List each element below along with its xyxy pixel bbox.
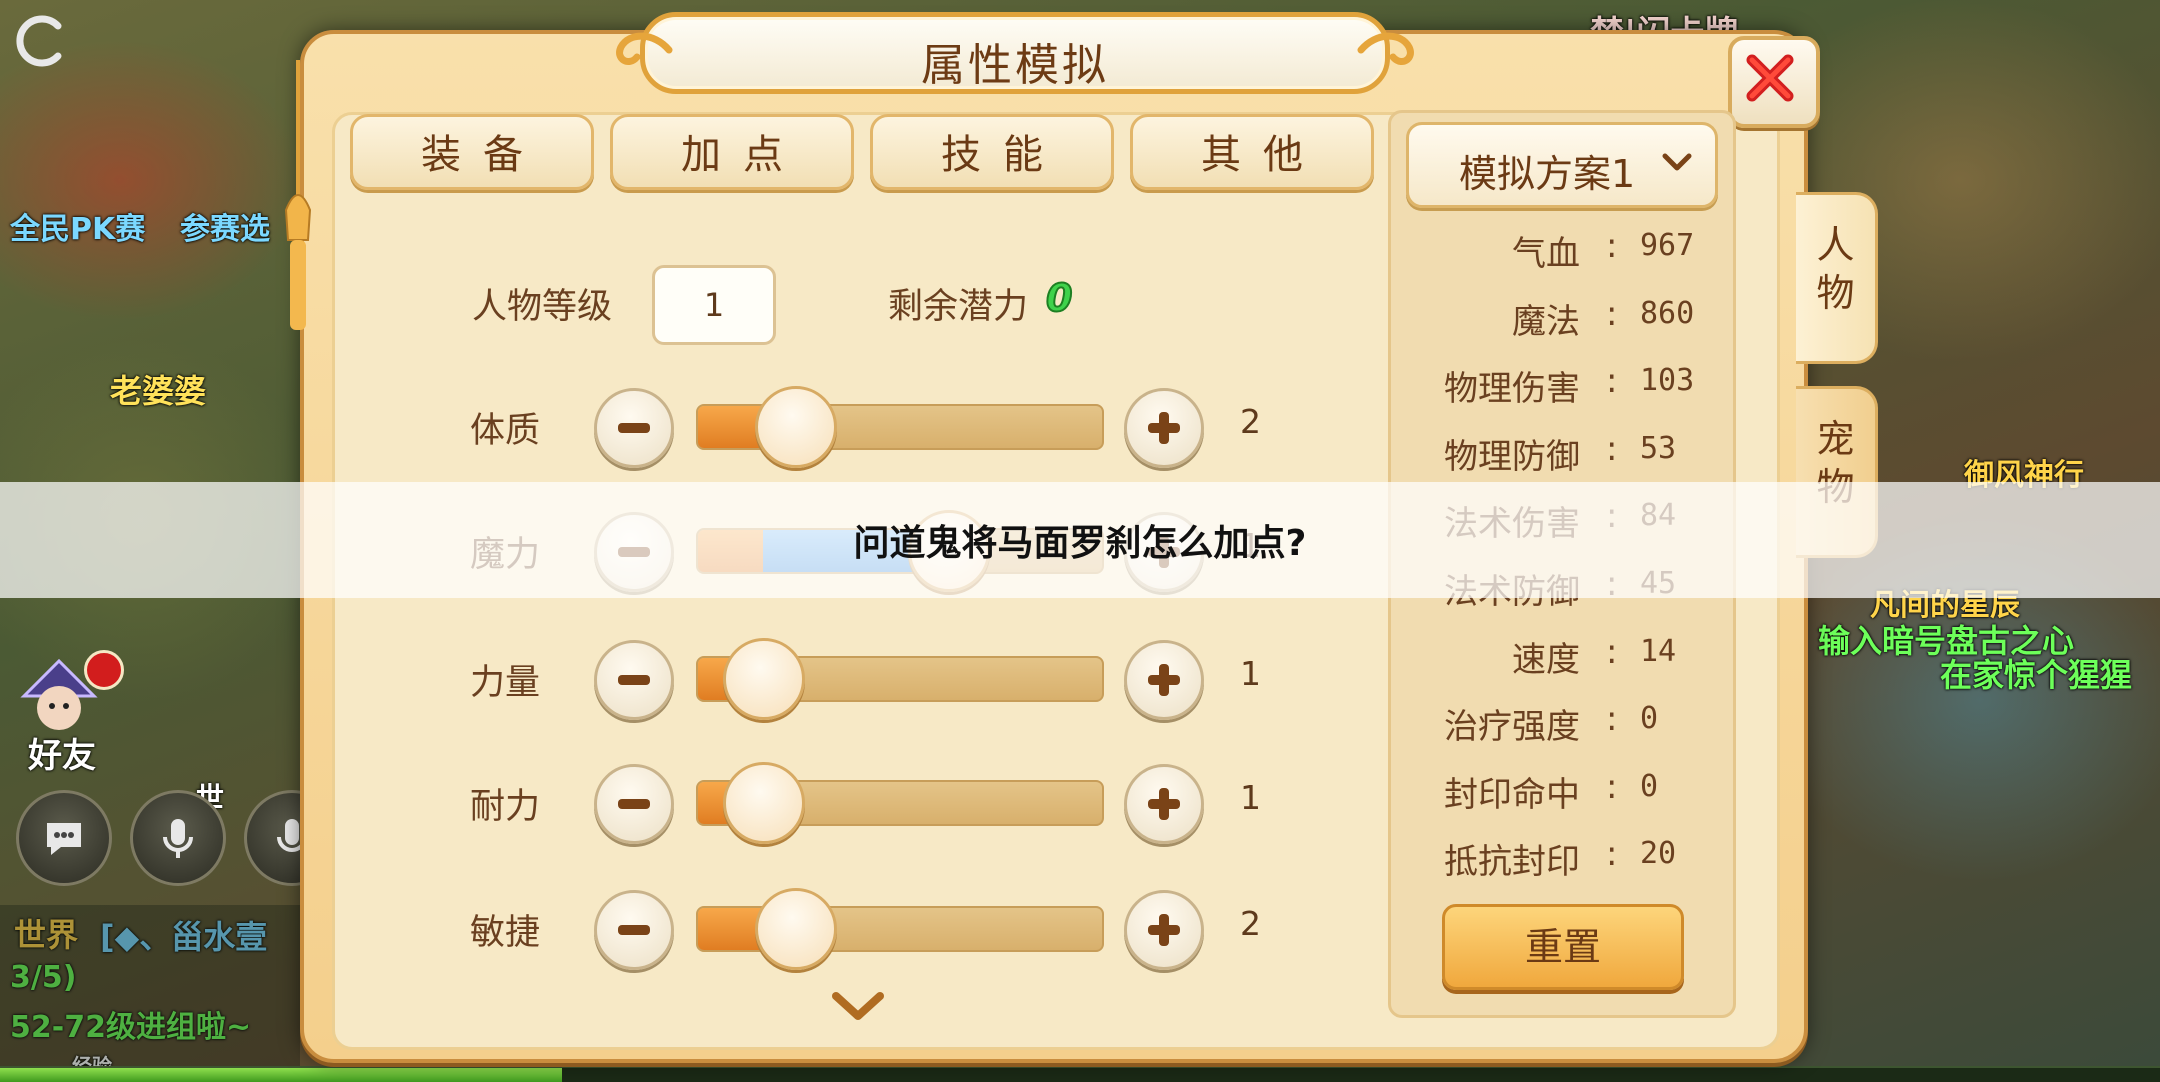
article-caption-banner: 问道鬼将马面罗刹怎么加点? (0, 482, 2160, 598)
attribute-seal-hit: 封印命中:0 (1400, 767, 1730, 817)
stat-value: 1 (1240, 778, 1261, 817)
side-tab-person-label: 人物 (1816, 223, 1855, 315)
attribute-heal: 治疗强度:0 (1400, 699, 1730, 749)
increase-button[interactable] (1124, 388, 1204, 468)
slider-base-fill (698, 406, 763, 448)
title-swirl-ornament (1357, 32, 1414, 65)
attribute-separator: : (1606, 766, 1618, 807)
attribute-separator: : (1606, 361, 1618, 402)
bg-npc-name: 老婆婆 (110, 372, 207, 410)
attribute-value: 14 (1640, 633, 1677, 669)
scheme-dropdown[interactable]: 模拟方案1 (1406, 122, 1718, 208)
microphone-icon (163, 819, 193, 858)
side-tab-person[interactable]: 人物 (1796, 192, 1878, 364)
stat-value: 1 (1240, 654, 1261, 693)
attribute-value: 0 (1640, 701, 1659, 737)
attribute-name: 治疗强度 (1444, 707, 1580, 748)
tab-equipment[interactable]: 装备 (350, 114, 594, 190)
level-label: 人物等级 (472, 287, 613, 327)
attribute-separator: : (1606, 834, 1618, 875)
close-button[interactable] (1728, 36, 1820, 128)
remaining-potential-value: 0 (1045, 275, 1073, 321)
attribute-separator: : (1606, 293, 1618, 334)
attribute-separator: : (1606, 631, 1618, 672)
chevron-down-icon (1662, 153, 1692, 171)
slider-handle[interactable] (754, 888, 837, 970)
attribute-value: 860 (1640, 295, 1695, 331)
chat-bubble-button[interactable] (16, 790, 112, 886)
decrease-button[interactable] (594, 640, 674, 720)
chat-bubble-icon (47, 823, 81, 855)
slider-base-fill (698, 908, 763, 950)
attribute-value: 53 (1640, 430, 1677, 466)
tassel-ornament (284, 60, 312, 330)
increase-button[interactable] (1124, 640, 1204, 720)
reset-button[interactable]: 重置 (1442, 904, 1684, 990)
bg-home-text: 在家惊个猩猩 (1940, 656, 2133, 694)
title-plate: 属性模拟 (616, 12, 1414, 94)
scheme-dropdown-label: 模拟方案1 (1459, 152, 1636, 196)
attribute-phys-dmg: 物理伤害:103 (1400, 361, 1730, 411)
decrease-button[interactable] (594, 388, 674, 468)
attribute-name: 封印命中 (1444, 774, 1580, 815)
attribute-name: 速度 (1512, 639, 1580, 680)
tab-other[interactable]: 其他 (1130, 114, 1374, 190)
attribute-name: 物理防御 (1444, 436, 1580, 477)
attribute-hp: 气血:967 (1400, 226, 1730, 276)
bg-select-text: 参赛选 (180, 212, 270, 247)
stat-row-constitution: 体质 2 (470, 378, 1370, 468)
stat-row-strength: 力量 1 (470, 630, 1370, 720)
refresh-icon[interactable] (14, 14, 68, 68)
stat-name: 敏捷 (470, 913, 541, 953)
tab-skills[interactable]: 技能 (870, 114, 1114, 190)
caption-text: 问道鬼将马面罗刹怎么加点? (853, 523, 1307, 564)
attribute-value: 967 (1640, 228, 1695, 263)
slider-handle[interactable] (722, 638, 805, 720)
slider-handle[interactable] (722, 762, 805, 844)
stat-row-endurance: 耐力 1 (470, 754, 1370, 844)
attribute-value: 0 (1640, 768, 1659, 804)
bg-pk-text: 全民PK赛 (10, 212, 146, 247)
chat-panel[interactable] (0, 905, 300, 1080)
stat-row-agility: 敏捷 2 (470, 880, 1370, 970)
notification-dot (84, 650, 124, 690)
scroll-down-chevron-icon[interactable] (830, 988, 886, 1024)
attribute-name: 魔法 (1512, 301, 1580, 342)
panel-title: 属性模拟 (921, 40, 1109, 91)
friend-label[interactable]: 好友 (28, 728, 96, 777)
attribute-seal-resist: 抵抗封印:20 (1400, 834, 1730, 884)
stat-value: 2 (1240, 402, 1261, 441)
attribute-value: 103 (1640, 363, 1695, 399)
attribute-mp: 魔法:860 (1400, 294, 1730, 344)
stat-name: 体质 (470, 411, 541, 451)
attribute-value: 20 (1640, 836, 1677, 872)
tab-add-points[interactable]: 加点 (610, 114, 854, 190)
voice-button[interactable] (130, 790, 226, 886)
attribute-separator: : (1606, 226, 1618, 266)
stat-value: 2 (1240, 904, 1261, 943)
increase-button[interactable] (1124, 890, 1204, 970)
stat-name: 力量 (470, 663, 541, 703)
remaining-potential-label: 剩余潜力 (888, 287, 1029, 327)
increase-button[interactable] (1124, 764, 1204, 844)
attribute-name: 气血 (1512, 234, 1580, 274)
decrease-button[interactable] (594, 890, 674, 970)
slider-handle[interactable] (754, 386, 837, 468)
attribute-phys-def: 物理防御:53 (1400, 429, 1730, 479)
attribute-separator: : (1606, 699, 1618, 740)
level-input[interactable]: 1 (652, 265, 776, 345)
close-icon (1746, 54, 1794, 102)
attribute-separator: : (1606, 428, 1618, 469)
stat-name: 耐力 (470, 787, 541, 827)
attribute-name: 抵抗封印 (1444, 842, 1580, 883)
attribute-speed: 速度:14 (1400, 632, 1730, 682)
decrease-button[interactable] (594, 764, 674, 844)
attribute-name: 物理伤害 (1444, 369, 1580, 410)
